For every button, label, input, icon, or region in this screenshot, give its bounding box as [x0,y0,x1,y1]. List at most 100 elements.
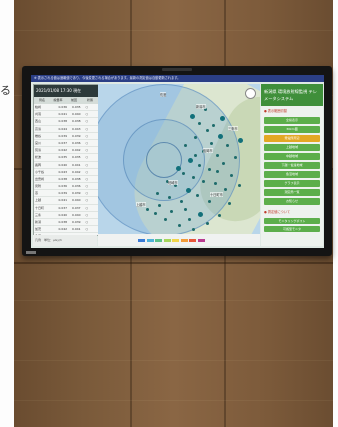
station-marker[interactable] [156,192,159,195]
table-cell: 0.038 [58,119,68,124]
table-cell: 長岡 [35,162,42,167]
station-marker[interactable] [238,138,243,143]
table-row[interactable]: 柏崎 0.036 0.035 ○ [34,104,98,112]
station-marker[interactable] [180,200,183,203]
map-label: 新潟市 [196,104,206,109]
table-cell: ○ [85,212,89,217]
table-row[interactable]: 新潟 0.038 0.039 ○ [34,219,98,227]
station-marker[interactable] [222,162,225,165]
table-cell: 0.035 [72,105,81,109]
station-marker[interactable] [224,188,227,191]
table-cell: 上越 [35,198,42,203]
map-label: 上越市 [136,202,146,207]
range-button[interactable]: 発電所周辺 [264,135,320,142]
range-button[interactable]: 中越地域 [264,153,320,160]
station-marker[interactable] [146,208,149,211]
station-marker[interactable] [184,144,187,147]
station-marker[interactable] [220,116,225,121]
station-marker[interactable] [202,180,205,183]
table-cell: ○ [85,176,89,181]
range-button[interactable]: 下越・佐渡地域 [264,162,320,169]
range-button[interactable]: お知らせ [264,198,320,205]
station-marker[interactable] [176,166,181,171]
station-marker[interactable] [208,168,211,171]
station-marker[interactable] [178,224,181,227]
station-marker[interactable] [198,212,203,217]
station-marker[interactable] [230,174,233,177]
portable-monitor-button[interactable]: 可搬型モニタ [264,226,320,232]
table-row[interactable]: 加茂 0.042 0.041 ○ [34,226,98,234]
table-row[interactable]: 小千谷 0.043 0.042 ○ [34,169,98,176]
table-cell: ○ [85,205,89,210]
station-marker[interactable] [208,200,211,203]
legend-swatch [146,238,154,242]
station-marker[interactable] [168,196,171,199]
legend-swatch [180,238,188,242]
table-row[interactable]: 荒浜 0.042 0.042 ○ [34,147,98,155]
station-marker[interactable] [192,228,195,231]
table-row[interactable]: 高浜 0.044 0.043 ○ [34,126,98,133]
station-marker[interactable] [226,144,229,147]
station-marker[interactable] [188,158,193,163]
station-marker[interactable] [194,136,197,139]
range-button[interactable]: 測定局一覧 [264,189,320,196]
table-cell: ○ [85,184,89,189]
table-row[interactable]: 松波 0.035 0.035 ○ [34,154,98,162]
table-row[interactable]: 宮川 0.037 0.036 ○ [34,140,98,148]
map-label: 長岡市 [203,148,213,153]
legend-swatch [155,238,162,242]
station-marker[interactable] [218,214,221,217]
station-marker[interactable] [238,184,241,187]
table-row[interactable]: 長岡 0.040 0.041 ○ [34,162,98,169]
table-cell: 宮川 [35,140,42,145]
station-marker[interactable] [206,129,209,132]
station-marker[interactable] [164,218,167,221]
station-marker[interactable] [188,218,191,221]
table-cell: 0.040 [58,212,68,217]
range-button[interactable]: グラフ表示 [264,180,320,187]
table-body: 柏崎 0.036 0.035 ○ 刈羽 0.041 0.040 ○ 西山 0.038 0.038 ○ 高… [34,104,98,241]
table-cell: 0.040 [58,162,68,167]
station-marker[interactable] [218,134,223,139]
table-row[interactable]: 十日町 0.037 0.037 ○ [34,205,98,212]
table-cell: 新潟 [35,220,42,224]
table-row[interactable]: 刈羽 0.041 0.040 ○ [34,111,98,119]
station-marker[interactable] [186,188,191,193]
station-marker[interactable] [228,202,231,205]
station-marker[interactable] [216,154,219,157]
table-cell: 0.041 [58,198,68,203]
station-marker[interactable] [158,204,161,207]
table-row[interactable]: 燕 0.039 0.039 ○ [34,190,98,198]
station-marker[interactable] [216,170,219,173]
station-marker[interactable] [234,156,237,159]
station-marker[interactable] [154,212,157,215]
range-button[interactable]: 上越地域 [264,144,320,151]
station-marker[interactable] [210,142,213,145]
table-row[interactable]: 見附 0.036 0.036 ○ [34,183,98,191]
station-marker[interactable] [194,154,197,157]
station-marker[interactable] [190,114,195,119]
range-button[interactable]: 30km圏 [264,126,320,133]
station-map[interactable]: 新潟市 長岡市 上越市 柏崎市 三条市 佐渡 十日町市 [98,84,260,234]
table-row[interactable]: 西山 0.038 0.038 ○ [34,118,98,126]
station-marker[interactable] [170,210,173,213]
station-marker[interactable] [192,176,195,179]
table-cell: ○ [85,119,89,124]
monitoring-post-button[interactable]: モニタリングポスト [264,218,320,224]
station-marker[interactable] [196,194,199,197]
table-cell: 0.039 [58,133,68,138]
station-marker[interactable] [198,122,201,125]
range-button[interactable]: 魚沼地域 [264,171,320,178]
table-row[interactable]: 三条 0.040 0.040 ○ [34,212,98,219]
station-marker[interactable] [182,172,185,175]
table-row[interactable]: 上越 0.041 0.040 ○ [34,197,98,205]
station-marker[interactable] [206,222,209,225]
station-marker[interactable] [214,182,217,185]
wall-seam [14,262,333,264]
range-button[interactable]: 全県表示 [264,117,320,124]
station-marker[interactable] [212,124,215,127]
table-row[interactable]: 椎谷 0.039 0.039 ○ [34,133,98,140]
table-row[interactable]: 出雲崎 0.038 0.038 ○ [34,176,98,184]
station-marker[interactable] [198,164,201,167]
station-marker[interactable] [184,208,187,211]
